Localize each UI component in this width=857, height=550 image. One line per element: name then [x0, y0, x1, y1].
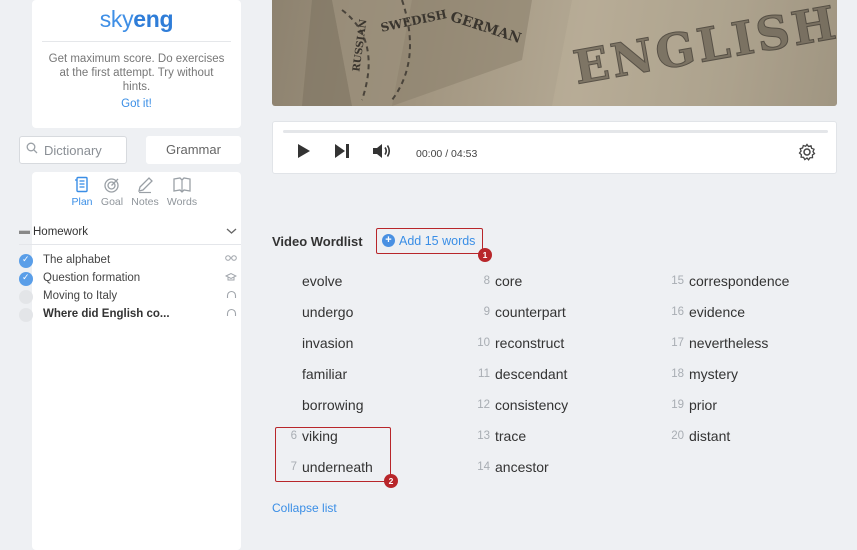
completed-check-icon	[19, 272, 33, 286]
divider	[19, 244, 241, 245]
lesson-item[interactable]: Moving to Italy	[19, 288, 241, 306]
chevron-down-icon	[226, 224, 237, 238]
tips-text: Get maximum score. Do exercises at the f…	[48, 53, 225, 93]
skyeng-logo: skyeng	[99, 6, 174, 32]
completed-check-icon	[19, 254, 33, 268]
word-item[interactable]: 13 trace	[477, 428, 526, 444]
homework-label: Homework	[33, 226, 88, 238]
annotation-badge: 1	[478, 248, 492, 262]
word-item[interactable]: familiar	[302, 366, 347, 382]
word-item[interactable]: 15 correspondence	[671, 273, 789, 289]
lesson-title: Question formation	[43, 272, 141, 284]
tab-words[interactable]: Words	[165, 176, 199, 208]
folder-icon: ▬	[19, 225, 30, 237]
word-item[interactable]: evolve	[302, 273, 342, 289]
word-item[interactable]: 9 counterpart	[484, 304, 566, 320]
dictionary-placeholder: Dictionary	[44, 143, 102, 158]
got-it-link[interactable]: Got it!	[121, 98, 152, 110]
plus-circle-icon: +	[382, 234, 395, 247]
add-words-label: Add 15 words	[399, 234, 476, 248]
word-item[interactable]: 17 nevertheless	[671, 335, 768, 351]
video-frame[interactable]: RUSSIAN SWEDISH GERMAN ENGLISH	[272, 0, 837, 106]
word-item[interactable]: 19 prior	[671, 397, 717, 413]
settings-gear-icon[interactable]	[798, 143, 816, 166]
tab-goal-label: Goal	[100, 196, 124, 208]
annotation-highlight-box	[275, 427, 391, 482]
plan-tabs: Plan Goal Notes Words	[32, 172, 241, 222]
wordlist-title: Video Wordlist	[272, 234, 363, 249]
word-item[interactable]: 18 mystery	[671, 366, 738, 382]
word-item[interactable]: 16 evidence	[671, 304, 745, 320]
word-item[interactable]: borrowing	[302, 397, 363, 413]
add-words-button[interactable]: + Add 15 words	[376, 228, 483, 254]
homework-header[interactable]: ▬ Homework	[19, 224, 241, 242]
tab-plan[interactable]: Plan	[65, 176, 99, 208]
lesson-item[interactable]: The alphabet	[19, 252, 241, 270]
plan-card: Plan Goal Notes Words ▬ Homework ✓ The a…	[19, 172, 241, 550]
glasses-icon	[225, 254, 237, 265]
tab-goal[interactable]: Goal	[95, 176, 129, 208]
plan-icon	[75, 176, 88, 193]
tab-notes-label: Notes	[131, 196, 159, 208]
progress-bar[interactable]	[283, 130, 828, 133]
word-item[interactable]: 10 reconstruct	[477, 335, 564, 351]
word-item[interactable]: invasion	[302, 335, 353, 351]
lesson-list: The alphabet Question formation Moving t…	[19, 252, 241, 324]
notes-icon	[138, 177, 153, 194]
collapse-list-link[interactable]: Collapse list	[272, 501, 337, 515]
video-player-controls: 00:00 / 04:53	[272, 121, 837, 174]
word-item[interactable]: 12 consistency	[477, 397, 568, 413]
incomplete-dot-icon	[19, 290, 33, 304]
graduation-cap-icon	[224, 272, 238, 285]
words-icon	[173, 177, 191, 193]
sidebar: skyeng Get maximum score. Do exercises a…	[19, 0, 241, 550]
grammar-button[interactable]: Grammar	[146, 136, 241, 164]
play-icon[interactable]	[297, 144, 311, 163]
goal-icon	[104, 178, 119, 193]
next-icon[interactable]	[334, 144, 350, 163]
lesson-item[interactable]: Where did English co...	[19, 306, 241, 324]
time-display: 00:00 / 04:53	[416, 148, 478, 160]
word-item[interactable]: 8 core	[484, 273, 523, 289]
search-icon	[26, 142, 38, 157]
search-row: Dictionary Grammar	[19, 136, 241, 164]
tab-notes[interactable]: Notes	[128, 176, 162, 208]
tab-words-label: Words	[166, 196, 198, 208]
word-item[interactable]: 20 distant	[671, 428, 730, 444]
lesson-title: Moving to Italy	[43, 290, 118, 302]
lesson-title: The alphabet	[43, 254, 111, 266]
word-item[interactable]: 14 ancestor	[477, 459, 549, 475]
tab-plan-label: Plan	[71, 196, 93, 208]
headphones-icon	[226, 290, 237, 303]
incomplete-dot-icon	[19, 308, 33, 322]
volume-icon[interactable]	[372, 143, 392, 164]
lesson-item[interactable]: Question formation	[19, 270, 241, 288]
annotation-badge: 2	[384, 474, 398, 488]
headphones-icon	[226, 308, 237, 321]
dictionary-input[interactable]: Dictionary	[19, 136, 127, 164]
word-item[interactable]: undergo	[302, 304, 353, 320]
lesson-title: Where did English co...	[43, 308, 170, 320]
word-item[interactable]: 11 descendant	[478, 366, 567, 382]
tips-card: skyeng Get maximum score. Do exercises a…	[32, 0, 241, 128]
